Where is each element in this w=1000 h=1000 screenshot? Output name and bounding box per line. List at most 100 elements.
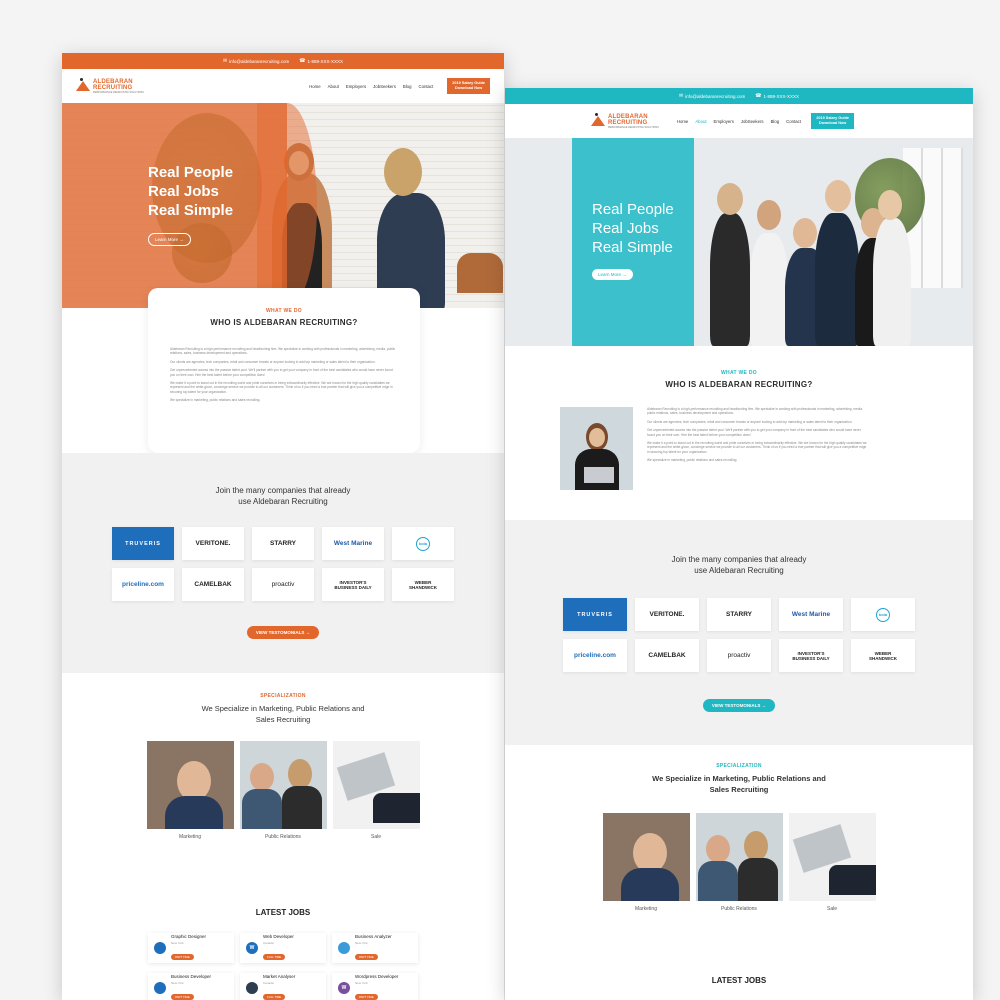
company-logo-icon — [154, 942, 166, 954]
nav-item-home[interactable]: Home — [309, 84, 320, 89]
specialization-title: We Specialize in Marketing, Public Relat… — [201, 704, 365, 724]
nav-menu: Home About Employers JobSeekers Blog Con… — [677, 119, 801, 124]
client-logo-truveris: TRUVERIS — [112, 527, 174, 560]
clients-section: Join the many companies that already use… — [62, 453, 504, 673]
about-text: Aldebaran Recruiting is a high-performan… — [647, 407, 867, 463]
public-relations-image — [239, 741, 327, 829]
nav-item-jobseekers[interactable]: JobSeekers — [741, 119, 764, 124]
hero-section: Real People Real Jobs Real Simple Learn … — [62, 103, 504, 308]
hero-section: Real People Real Jobs Real Simple Learn … — [505, 138, 973, 346]
clients-title: Join the many companies that already use… — [215, 486, 351, 506]
job-card[interactable]: W Wordpress Developer New York PART TIME — [332, 973, 418, 1000]
job-card[interactable]: W Web Developer Canada FULL TIME — [240, 933, 326, 963]
about-title: WHO IS ALDEBARAN RECRUITING? — [210, 318, 358, 327]
nav-item-blog[interactable]: Blog — [403, 84, 412, 89]
nav-item-about[interactable]: About — [695, 119, 706, 124]
page-orange-variant: ✉ info@aldebaranrecruiting.com ☎ 1-888-XXX… — [62, 53, 504, 1000]
person-head-image — [757, 200, 781, 230]
logo-mark-icon — [591, 113, 605, 126]
job-card[interactable]: Business Developer New York PART TIME — [148, 973, 234, 1000]
nav-item-employers[interactable]: Employers — [714, 119, 734, 124]
client-logo-starry: STARRY — [252, 527, 314, 560]
specialization-card-sale[interactable]: Sale — [788, 813, 876, 912]
contact-phone[interactable]: 1-888-XXX-XXXX — [308, 59, 344, 64]
client-logo-camelbak: CAMELBAK — [182, 568, 244, 601]
client-logo-proactiv: proactiv — [252, 568, 314, 601]
sale-image — [788, 813, 876, 901]
nav-item-blog[interactable]: Blog — [771, 119, 780, 124]
person-head-image — [717, 183, 743, 215]
about-title: WHO IS ALDEBARAN RECRUITING? — [665, 380, 813, 389]
person-head-image — [878, 190, 902, 220]
nav-item-contact[interactable]: Contact — [418, 84, 433, 89]
job-card[interactable]: Market Analyser Canada FULL TIME — [240, 973, 326, 1000]
company-logo-icon: W — [338, 982, 350, 994]
nav-item-about[interactable]: About — [328, 84, 339, 89]
client-logo-priceline: priceline.com — [563, 639, 627, 672]
contact-phone[interactable]: 1-888-XXX-XXXX — [764, 94, 800, 99]
mail-icon: ✉ — [222, 58, 228, 64]
contact-email[interactable]: info@aldebaranrecruiting.com — [685, 94, 745, 99]
person-image — [750, 233, 788, 346]
nav-item-jobseekers[interactable]: JobSeekers — [373, 84, 396, 89]
about-eyebrow: WHAT WE DO — [266, 308, 302, 314]
company-logo-icon — [338, 942, 350, 954]
mail-icon: ✉ — [678, 93, 684, 99]
job-card[interactable]: Business Analyzer New York PART TIME — [332, 933, 418, 963]
company-logo-icon — [246, 982, 258, 994]
nav-item-employers[interactable]: Employers — [346, 84, 366, 89]
specialization-label: Public Relations — [265, 834, 301, 840]
clients-title: Join the many companies that already use… — [671, 555, 807, 575]
clients-section: Join the many companies that already use… — [505, 520, 973, 745]
specialization-card-marketing[interactable]: Marketing — [602, 813, 690, 912]
main-nav: ALDEBARAN RECRUITING PERFORMANCE RECRUIT… — [505, 104, 973, 138]
specialization-card-public-relations[interactable]: Public Relations — [695, 813, 783, 912]
phone-icon: ☎ — [755, 93, 762, 99]
salary-guide-button[interactable]: 2019 Salary Guide Download Now — [811, 113, 854, 129]
salary-guide-button[interactable]: 2019 Salary Guide Download Now — [447, 78, 490, 94]
site-logo[interactable]: ALDEBARAN RECRUITING PERFORMANCE RECRUIT… — [76, 78, 144, 94]
client-logo-truveris: TRUVERIS — [563, 598, 627, 631]
client-logo-camelbak: CAMELBAK — [635, 639, 699, 672]
client-logo-priceline: priceline.com — [112, 568, 174, 601]
latest-jobs-title: LATEST JOBS — [255, 908, 311, 917]
client-logo-starry: STARRY — [707, 598, 771, 631]
site-logo[interactable]: ALDEBARAN RECRUITING PERFORMANCE RECRUIT… — [591, 113, 659, 129]
specialization-card-sale[interactable]: Sale — [332, 741, 420, 840]
latest-jobs-section: LATEST JOBS — [505, 976, 973, 985]
specialization-label: Sale — [370, 834, 381, 840]
hero-headline: Real People Real Jobs Real Simple — [148, 164, 234, 219]
job-card[interactable]: Graphic Designer New York PART TIME — [148, 933, 234, 963]
page-teal-variant: ✉ info@aldebaranrecruiting.com ☎ 1-888-XXX… — [505, 88, 973, 1000]
view-testimonials-button[interactable]: VIEW TESTOMONIALS → — [702, 699, 776, 712]
specialization-card-marketing[interactable]: Marketing — [146, 741, 234, 840]
phone-icon: ☎ — [299, 58, 306, 64]
about-text: Aldebaran Recruiting is a high-performan… — [170, 347, 396, 403]
person-head-image — [793, 218, 817, 248]
specialization-label: Public Relations — [721, 906, 757, 912]
client-logos-grid: TRUVERIS VERITONE. STARRY West Marine ko… — [62, 527, 504, 601]
client-logo-koia: koia — [851, 598, 915, 631]
chair-image — [457, 253, 503, 293]
hero-headline: Real People Real Jobs Real Simple — [592, 201, 674, 256]
person-head-image — [384, 148, 422, 196]
specialization-label: Sale — [826, 906, 837, 912]
about-eyebrow: WHAT WE DO — [721, 370, 757, 376]
client-logo-veritone: VERITONE. — [182, 527, 244, 560]
logo-tagline: PERFORMANCE RECRUITING SOLUTIONS — [93, 90, 144, 94]
client-logo-investors-business-daily: INVESTOR'S BUSINESS DAILY — [322, 568, 384, 601]
specialization-section: SPECIALIZATION We Specialize in Marketin… — [62, 693, 504, 840]
nav-item-contact[interactable]: Contact — [786, 119, 801, 124]
specialization-title: We Specialize in Marketing, Public Relat… — [652, 774, 826, 794]
learn-more-button[interactable]: Learn More → — [592, 269, 633, 280]
team-member-photo — [560, 407, 633, 490]
nav-item-home[interactable]: Home — [677, 119, 688, 124]
public-relations-image — [695, 813, 783, 901]
specialization-eyebrow: SPECIALIZATION — [260, 693, 306, 699]
contact-email[interactable]: info@aldebaranrecruiting.com — [229, 59, 289, 64]
client-logo-weber-shandwick: WEBER SHANDWICK — [392, 568, 454, 601]
specialization-card-public-relations[interactable]: Public Relations — [239, 741, 327, 840]
view-testimonials-button[interactable]: VIEW TESTOMONIALS → — [246, 626, 320, 639]
learn-more-button[interactable]: Learn More → — [148, 233, 191, 246]
marketing-image — [146, 741, 234, 829]
